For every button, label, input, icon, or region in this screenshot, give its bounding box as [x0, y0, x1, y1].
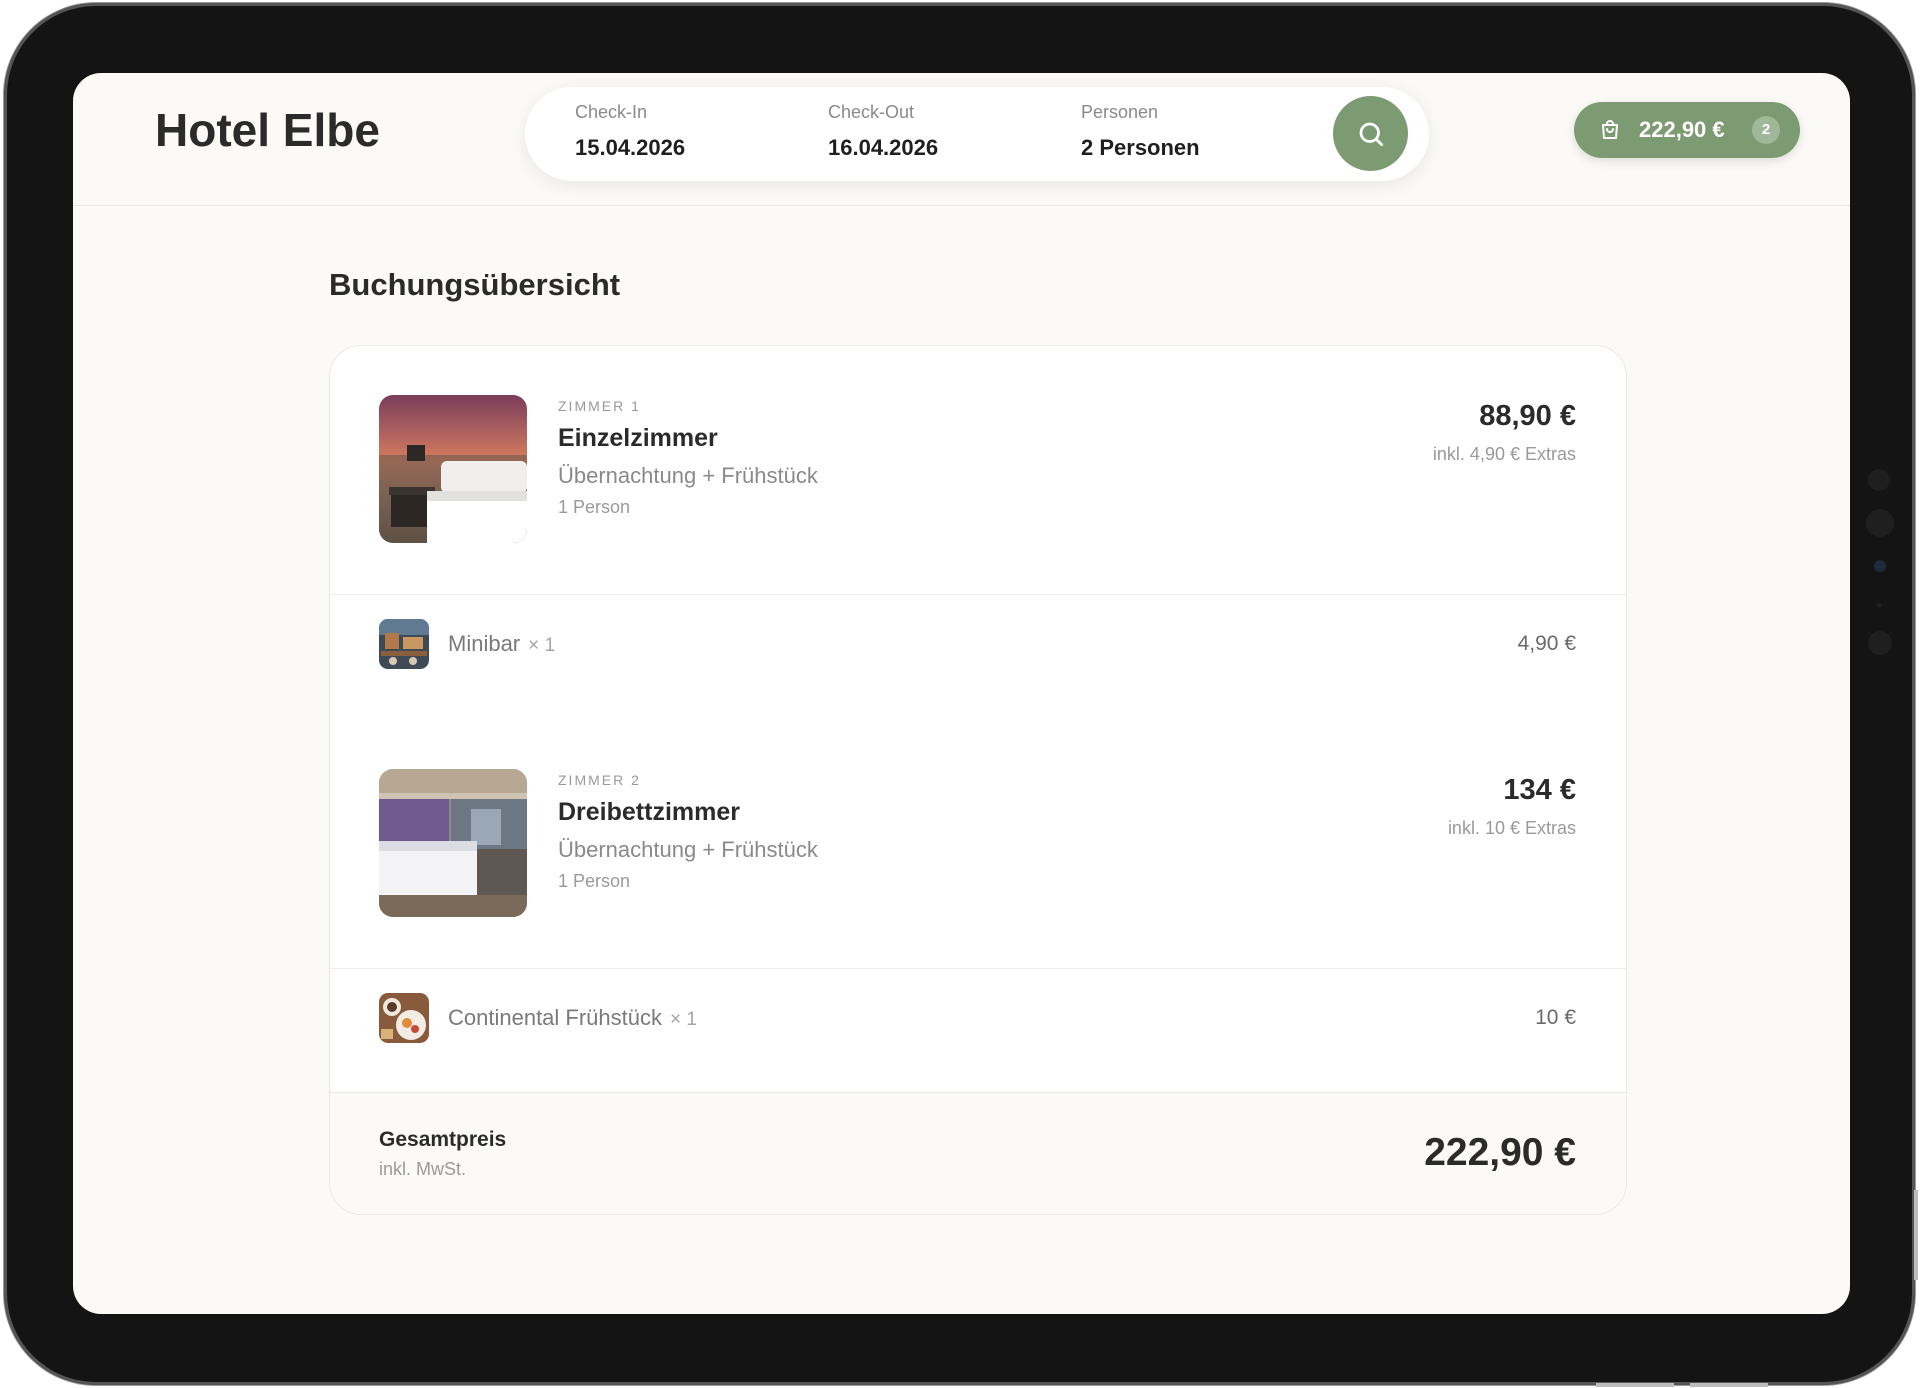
extra-item: Minibar × 1 4,90 €: [330, 594, 1626, 720]
persons-value: 2 Personen: [1081, 135, 1200, 160]
camera-lens: [1874, 560, 1886, 572]
header: Hotel Elbe Check-In 15.04.2026 Check-Out…: [73, 73, 1850, 206]
volume-button: [1596, 1383, 1674, 1387]
extra-image: [379, 619, 429, 669]
checkin-label: Check-In: [575, 102, 648, 122]
extra-quantity: × 1: [670, 1009, 697, 1030]
extra-name: Minibar: [448, 631, 521, 656]
room-item: ZIMMER 2 Dreibettzimmer Übernachtung + F…: [330, 720, 1626, 968]
cart-button[interactable]: 222,90 € 2: [1574, 102, 1800, 158]
room-image: [379, 769, 527, 917]
cart-amount: 222,90 €: [1639, 117, 1725, 142]
camera-dot: [1866, 509, 1894, 537]
room-persons: 1 Person: [558, 497, 631, 517]
extra-price: 10 €: [1535, 1006, 1576, 1029]
checkout-field[interactable]: Check-Out 16.04.2026: [828, 102, 938, 161]
room-tag: ZIMMER 2: [558, 772, 641, 788]
extra-price: 4,90 €: [1517, 632, 1576, 655]
extra-name: Continental Frühstück: [448, 1005, 662, 1030]
persons-field[interactable]: Personen 2 Personen: [1081, 102, 1200, 161]
room-name: Einzelzimmer: [558, 424, 718, 452]
room-rate-description: Übernachtung + Frühstück: [558, 837, 818, 862]
checkin-field[interactable]: Check-In 15.04.2026: [575, 102, 685, 161]
total-label: Gesamtpreis: [379, 1128, 507, 1151]
persons-label: Personen: [1081, 102, 1159, 122]
room-extras-note: inkl. 4,90 € Extras: [1432, 444, 1576, 464]
checkout-value: 16.04.2026: [828, 135, 939, 160]
room-rate-description: Übernachtung + Frühstück: [558, 463, 818, 488]
extra-name-group: Minibar × 1: [448, 631, 555, 657]
camera-dot: [1877, 603, 1882, 608]
shopping-bag-icon: [1602, 120, 1618, 139]
booking-search-bar: Check-In 15.04.2026 Check-Out 16.04.2026…: [525, 87, 1429, 181]
camera-dot: [1868, 469, 1890, 491]
app-screen: Hotel Elbe Check-In 15.04.2026 Check-Out…: [73, 73, 1850, 1314]
booking-summary-card: ZIMMER 1 Einzelzimmer Übernachtung + Frü…: [329, 345, 1627, 1215]
room-tag: ZIMMER 1: [558, 398, 641, 414]
total-price: 222,90 €: [1424, 1131, 1576, 1174]
checkout-label: Check-Out: [828, 102, 915, 122]
page-title: Buchungsübersicht: [329, 267, 621, 302]
brand-logo[interactable]: Hotel Elbe: [155, 103, 380, 157]
room-price: 88,90 €: [1479, 400, 1576, 432]
cart-count-badge: 2: [1752, 116, 1780, 144]
total-section: Gesamtpreis inkl. MwSt. 222,90 €: [330, 1092, 1626, 1214]
total-tax-note: inkl. MwSt.: [379, 1159, 467, 1179]
room-price: 134 €: [1503, 774, 1576, 806]
extra-quantity: × 1: [528, 635, 556, 656]
room-name: Dreibettzimmer: [558, 798, 740, 826]
room-image: [379, 395, 527, 543]
camera-dot: [1868, 631, 1892, 655]
extra-image: [379, 993, 429, 1043]
room-extras-note: inkl. 10 € Extras: [1447, 818, 1576, 838]
search-icon: [1359, 122, 1383, 146]
extra-name-group: Continental Frühstück × 1: [448, 1005, 697, 1031]
room-item: ZIMMER 1 Einzelzimmer Übernachtung + Frü…: [330, 346, 1626, 594]
extra-item: Continental Frühstück × 1 10 €: [330, 968, 1626, 1094]
search-button[interactable]: [1333, 96, 1408, 171]
volume-button: [1690, 1383, 1768, 1387]
power-button: [1914, 1190, 1918, 1280]
checkin-value: 15.04.2026: [575, 135, 686, 160]
room-persons: 1 Person: [558, 871, 631, 891]
